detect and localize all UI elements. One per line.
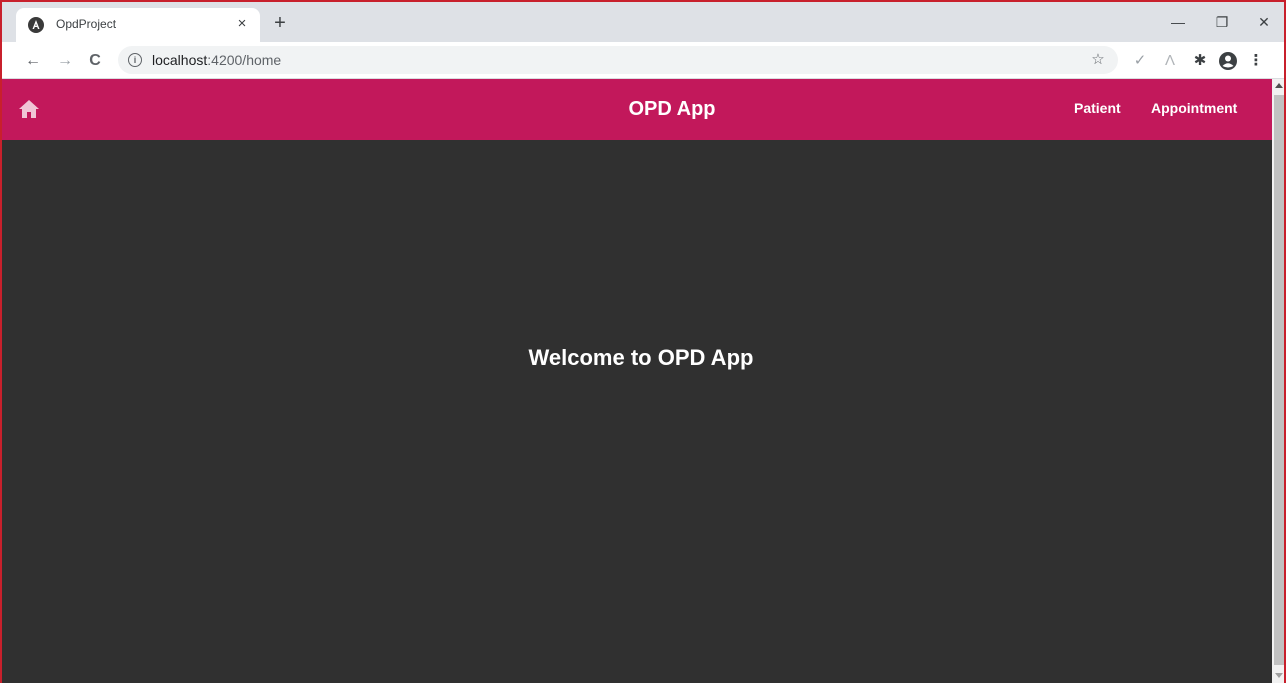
check-extension-icon[interactable]: ✓ [1130,51,1150,71]
welcome-heading: Welcome to OPD App [528,345,754,370]
vertical-scrollbar[interactable] [1272,79,1284,683]
close-window-icon[interactable]: ✕ [1249,10,1279,34]
minimize-icon[interactable]: — [1163,10,1193,34]
browser-window: OpdProject × + — ❐ ✕ ← → C i localhost:4… [0,0,1286,683]
scrollbar-thumb[interactable] [1274,95,1284,665]
tab-title: OpdProject [56,17,117,31]
back-icon[interactable]: ← [22,50,44,72]
reload-icon[interactable]: C [84,50,106,72]
browser-toolbar: ← → C i localhost:4200/home ☆ ✓ Λ ✱ ⋮ [2,42,1284,79]
address-bar[interactable]: i localhost:4200/home ☆ [118,46,1118,74]
app-header: OPD App Patient Appointment [2,79,1272,140]
forward-icon[interactable]: → [54,50,76,72]
angular-icon [28,17,44,33]
address-url[interactable]: localhost:4200/home [152,52,281,68]
browser-menu-icon[interactable]: ⋮ [1246,51,1266,71]
main-content: Welcome to OPD App [2,140,1272,683]
scroll-down-arrow-icon[interactable] [1275,673,1283,678]
profile-avatar-icon[interactable] [1218,51,1238,71]
url-path: :4200/home [207,52,282,68]
tab-opdproject[interactable]: OpdProject × [16,8,260,42]
a-extension-icon[interactable]: Λ [1160,51,1180,71]
restore-icon[interactable]: ❐ [1207,10,1237,34]
info-icon[interactable]: i [128,53,142,67]
close-tab-icon[interactable]: × [232,14,252,34]
nav-link-appointment[interactable]: Appointment [1151,100,1237,116]
tab-strip: OpdProject × + — ❐ ✕ [2,2,1284,42]
new-tab-button[interactable]: + [268,12,292,36]
nav-link-patient[interactable]: Patient [1074,100,1121,116]
scroll-up-arrow-icon[interactable] [1275,83,1283,88]
url-host: localhost [152,52,208,68]
bookmark-star-icon[interactable]: ☆ [1088,50,1108,70]
puzzle-extension-icon[interactable]: ✱ [1190,51,1210,71]
